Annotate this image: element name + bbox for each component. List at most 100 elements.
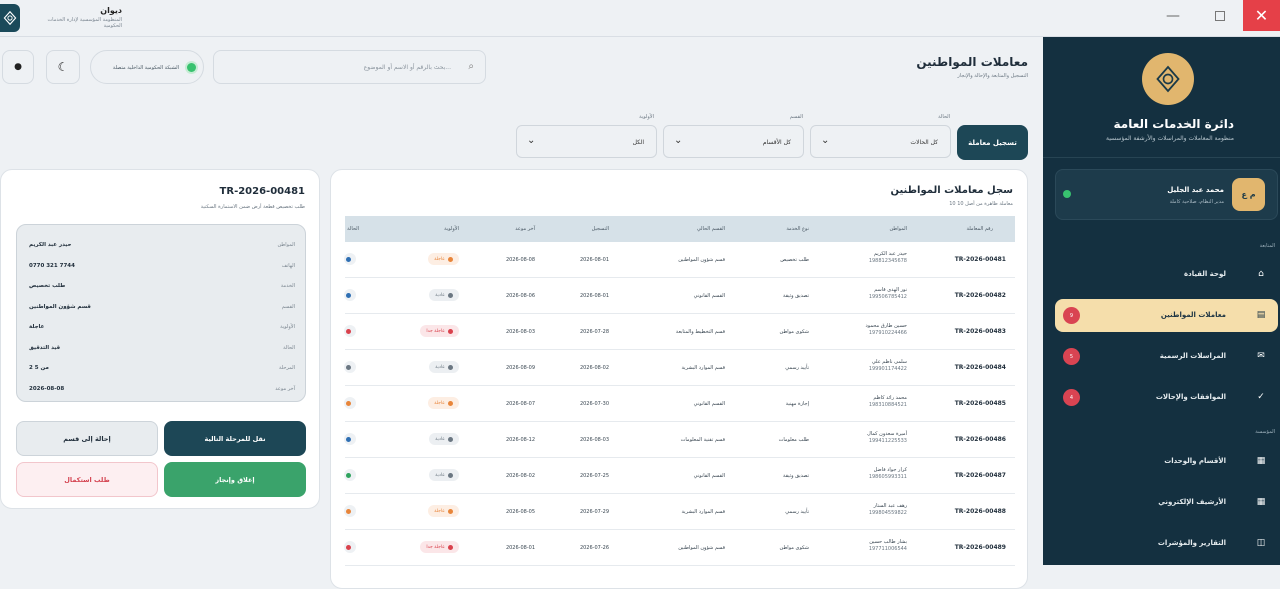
list-title: سجل معاملات المواطنين (890, 185, 1013, 196)
status-filter-select[interactable]: كل الحالات ⌄ (810, 125, 951, 158)
sidebar-item-reports[interactable]: ◫ التقارير والمؤشرات (1055, 527, 1278, 560)
sidebar-item-label: معاملات المواطنين (1160, 311, 1226, 319)
citizen-name: نور الهدى قاسم (874, 287, 907, 293)
nav-section-label-admin: المؤسسة (1255, 429, 1275, 435)
table-row[interactable]: TR-2026-00489 بشار طالب حسين 197711006544 ش… (344, 530, 1015, 566)
register-transaction-button[interactable]: تسجيل معاملة (957, 125, 1028, 160)
column-header[interactable]: آخر موعد (515, 226, 535, 232)
table-row[interactable]: TR-2026-00488 رهف عبد الستار 199804559822 ت… (344, 494, 1015, 530)
transaction-id: TR-2026-00482 (954, 292, 1006, 299)
minimize-icon: — (1166, 7, 1180, 24)
current-department: قسم تقنية المعلومات (680, 437, 725, 443)
priority-filter-value: الكل (632, 139, 644, 146)
refer-department-button[interactable]: إحالة إلى قسم (16, 421, 158, 456)
priority-dot (448, 544, 453, 550)
sidebar-item-dashboard[interactable]: ⌂ لوحة القيادة (1055, 258, 1278, 291)
detail-field-label: القسم (281, 303, 295, 310)
nav-section-label-main: المتابعة (1259, 243, 1275, 249)
current-department: القسم القانوني (693, 401, 725, 407)
current-department: القسم القانوني (693, 473, 725, 479)
priority-filter-select[interactable]: الكل ⌄ (516, 125, 657, 158)
detail-field-label: آخر موعد (275, 385, 295, 392)
detail-field-value: طلب تخصيص (29, 283, 66, 289)
due-date: 2026-08-03 (505, 329, 535, 335)
transaction-detail-card: TR-2026-00481 طلب تخصيص قطعة أرض ضمن الا… (0, 169, 320, 509)
search-input[interactable]: بحث بالرقم أو الاسم أو الموضوع... ⌕ (213, 50, 486, 84)
service-type: إجازة مهنية (785, 401, 809, 407)
citizen-phone: 198812345678 (868, 258, 907, 264)
citizen-phone: 199411225533 (868, 438, 907, 444)
detail-field: الأولوية عاجلة (29, 324, 295, 336)
status-dot (346, 472, 351, 478)
filter-bar: تسجيل معاملة الحالة كل الحالات ⌄ القسم ك… (0, 97, 1043, 162)
status-button[interactable]: ● (2, 50, 34, 84)
next-stage-button[interactable]: نقل للمرحلة التالية (164, 421, 306, 456)
theme-toggle-button[interactable]: ☾ (46, 50, 80, 84)
sidebar-item-citizen-transactions[interactable]: ▤ معاملات المواطنين 9 (1055, 299, 1278, 332)
column-header[interactable]: الحالة (347, 226, 359, 232)
close-complete-button[interactable]: إغلاق وإنجاز (164, 462, 306, 497)
detail-field-value: عاجلة (29, 324, 45, 330)
priority-dot (448, 364, 453, 370)
table-row[interactable]: TR-2026-00486 أميرة سعدون كمال 19941122553… (344, 422, 1015, 458)
sidebar-divider (1043, 157, 1280, 158)
user-role: مدير النظام، صلاحية كاملة (1169, 199, 1224, 205)
sidebar-item-approvals[interactable]: ✓ الموافقات والإحالات 4 (1055, 381, 1278, 414)
status-filter-value: كل الحالات (910, 139, 938, 146)
request-completion-button[interactable]: طلب استكمال (16, 462, 158, 497)
status-indicator (344, 325, 356, 337)
detail-field-label: المواطن (277, 242, 295, 248)
report-icon: ◫ (1256, 538, 1266, 548)
status-indicator (344, 253, 356, 265)
detail-field: القسم قسم شؤون المواطنين (29, 304, 295, 316)
sidebar-item-official-correspondence[interactable]: ✉ المراسلات الرسمية 5 (1055, 340, 1278, 373)
sidebar-item-label: المراسلات الرسمية (1159, 352, 1226, 360)
detail-field-value: 0770 321 7744 (29, 262, 75, 269)
column-header[interactable]: القسم الحالي (697, 226, 725, 232)
current-department: قسم التخطيط والمتابعة (675, 329, 725, 335)
status-indicator (344, 289, 356, 301)
sidebar-item-departments[interactable]: ▦ الأقسام والوحدات (1055, 445, 1278, 478)
detail-fields: المواطن حيدر عبد الكريم الهاتف 0770 321 774… (16, 224, 306, 402)
priority-badge: عاجلة (428, 397, 459, 409)
current-department: قسم الموارد البشرية (681, 365, 726, 371)
registration-date: 2026-07-30 (579, 401, 609, 407)
minimize-button[interactable]: — (1150, 0, 1196, 31)
column-header[interactable]: الأولوية (444, 226, 459, 232)
service-type: تصديق وثيقة (782, 473, 809, 479)
registration-date: 2026-07-25 (579, 473, 609, 479)
citizen-cell: سلمى ناظم علي 199901174422 (869, 359, 907, 372)
citizen-name: أميرة سعدون كمال (867, 431, 907, 437)
citizen-cell: أميرة سعدون كمال 199411225533 (867, 431, 907, 444)
column-header[interactable]: نوع الخدمة (786, 226, 809, 232)
chevron-down-icon: ⌄ (674, 135, 683, 146)
citizen-phone: 198605993311 (868, 474, 907, 480)
dept-filter-select[interactable]: كل الأقسام ⌄ (663, 125, 804, 158)
citizen-cell: كرار جواد فاضل 198605993311 (869, 467, 907, 480)
table-row[interactable]: TR-2026-00485 محمد رائد كاظم 198310884521 إ… (344, 386, 1015, 422)
column-header[interactable]: المواطن (889, 226, 907, 232)
detail-subject: طلب تخصيص قطعة أرض ضمن الاستمارة السكنية (200, 204, 305, 210)
network-status-label: الشبكة الحكومية الداخلية متصلة (112, 65, 179, 71)
detail-field-label: الأولوية (280, 324, 295, 330)
status-dot (346, 400, 351, 406)
table-row[interactable]: TR-2026-00484 سلمى ناظم علي 199901174422 تأ… (344, 350, 1015, 386)
table-row[interactable]: TR-2026-00487 كرار جواد فاضل 198605993311 ت… (344, 458, 1015, 494)
table-row[interactable]: TR-2026-00483 حسين طارق محمود 197910224466… (344, 314, 1015, 350)
registration-date: 2026-07-26 (579, 545, 609, 551)
table-row[interactable]: TR-2026-00481 حيدر عبد الكريم 198812345678… (344, 242, 1015, 278)
status-dot (346, 256, 351, 262)
maximize-button[interactable] (1197, 0, 1243, 31)
app-subtitle: المنظومة المؤسسية لإدارة الخدمات الحكومي… (47, 17, 122, 29)
column-header[interactable]: التسجيل (592, 226, 609, 232)
org-block: دائرة الخدمات العامة منظومة المعاملات وا… (1106, 117, 1234, 142)
transaction-id: TR-2026-00489 (954, 544, 1006, 551)
close-window-button[interactable]: ✕ (1243, 0, 1280, 31)
sidebar-item-archive[interactable]: ▦ الأرشيف الإلكتروني (1055, 486, 1278, 519)
citizen-name: محمد رائد كاظم (873, 395, 907, 401)
table-row[interactable]: TR-2026-00482 نور الهدى قاسم 199506785412 ت… (344, 278, 1015, 314)
user-card[interactable]: م ع محمد عبد الجليل مدير النظام، صلاحية … (1055, 169, 1278, 220)
column-header[interactable]: رقم المعاملة (967, 226, 993, 232)
priority-badge: عادية (429, 469, 459, 481)
status-dot (346, 328, 351, 334)
